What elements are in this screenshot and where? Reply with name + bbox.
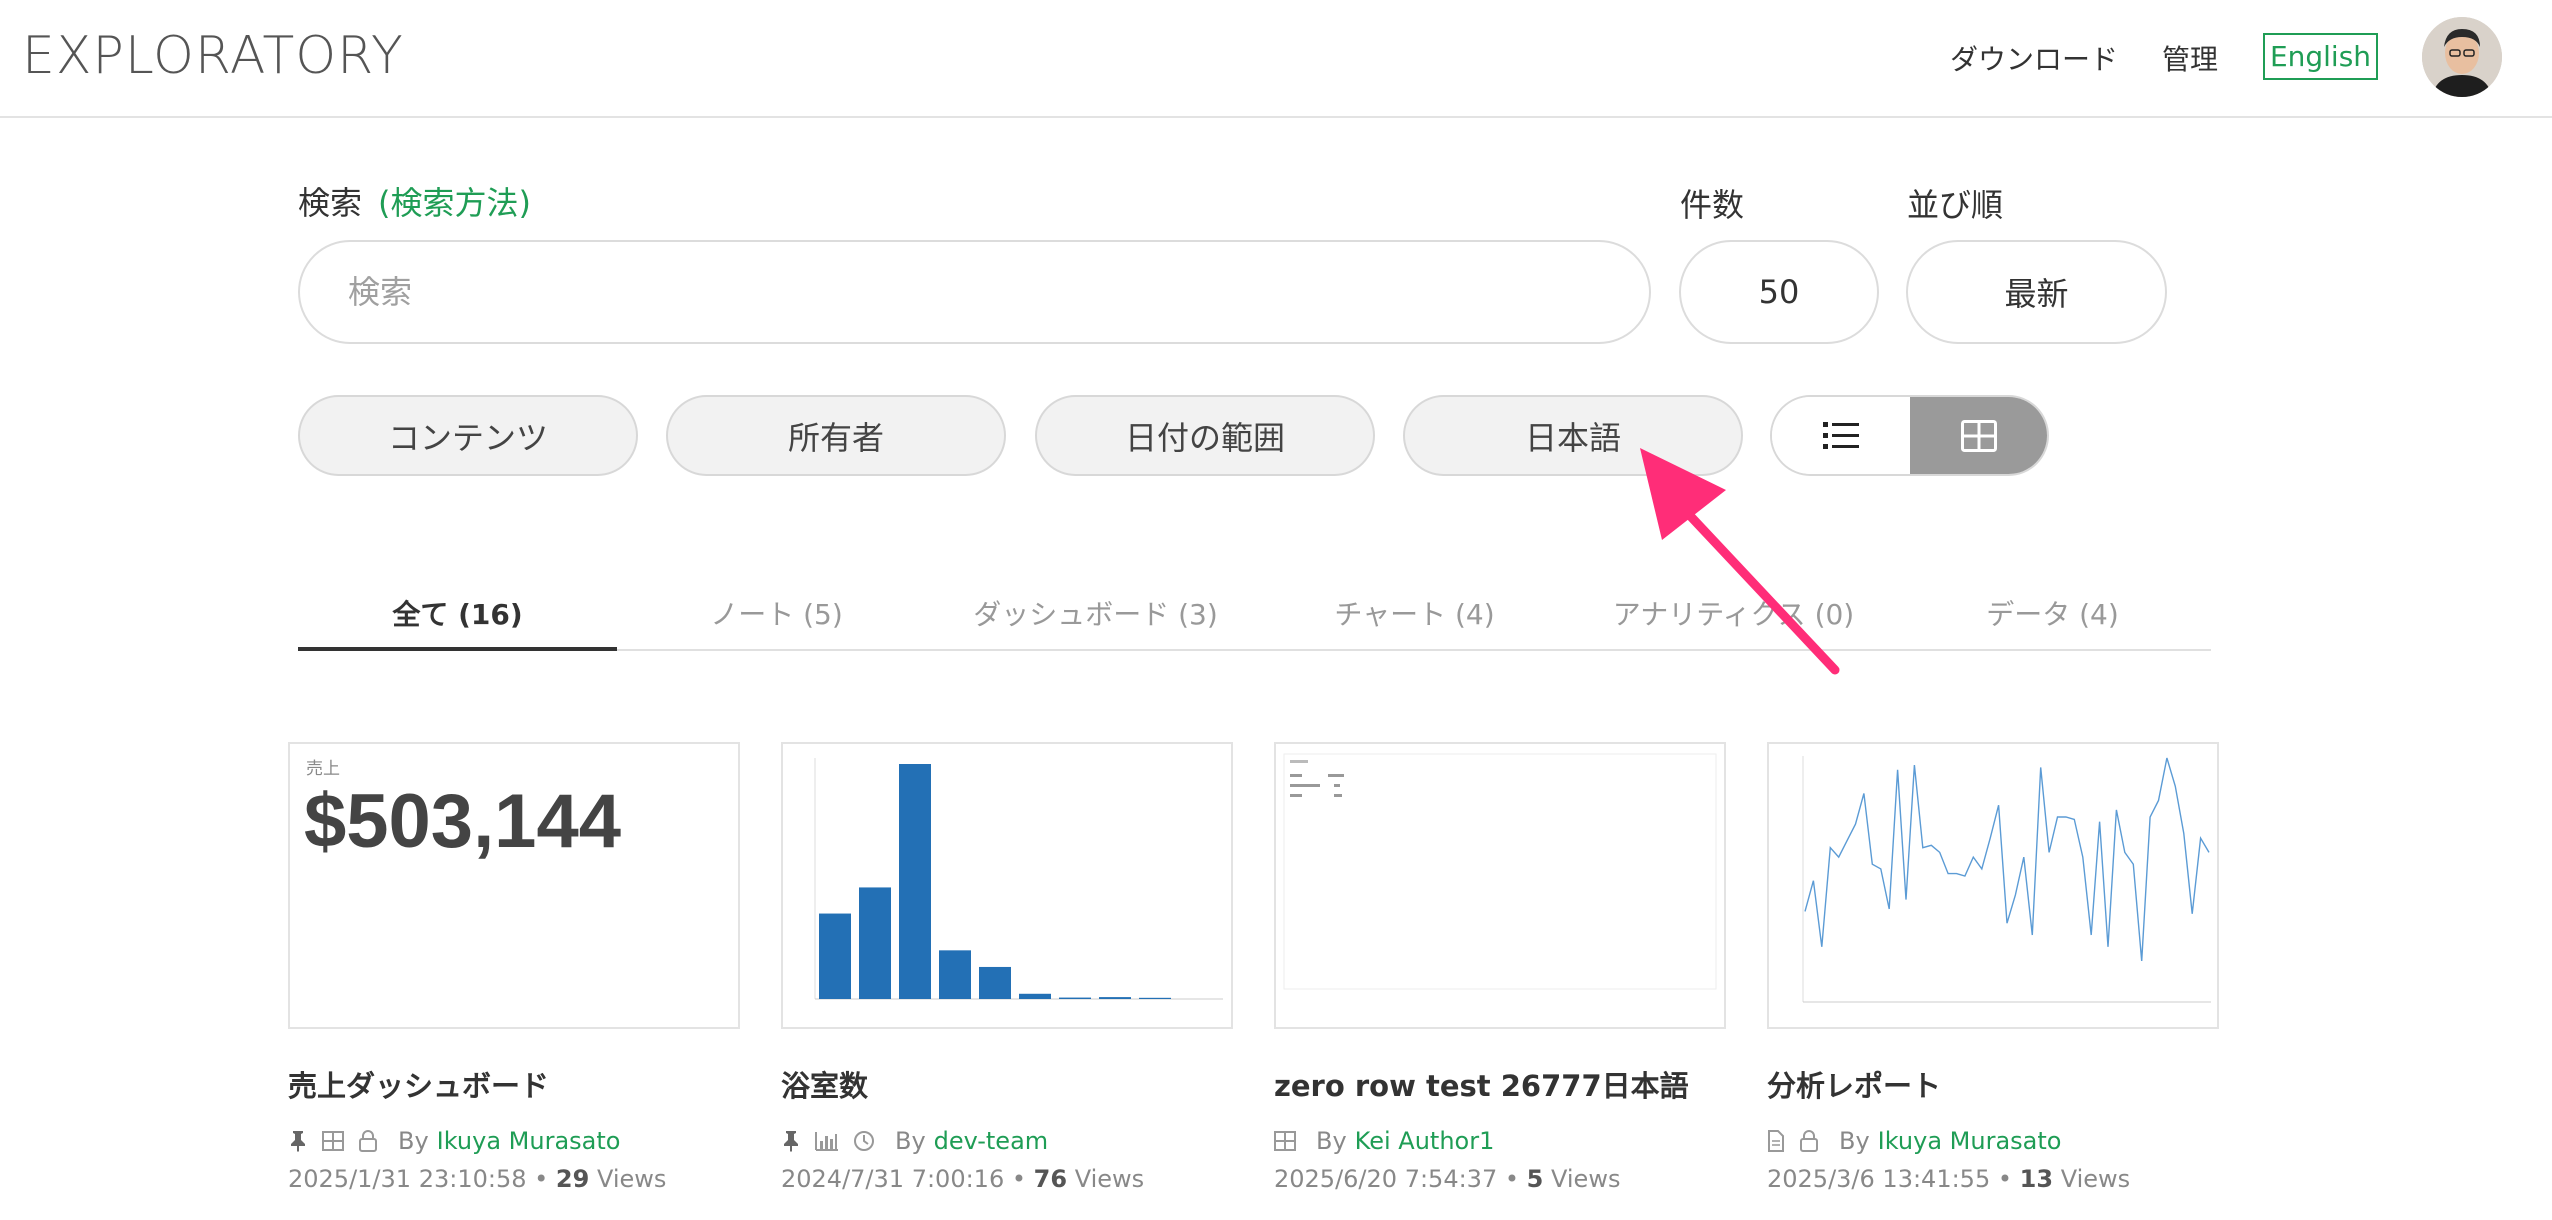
views-label: Views xyxy=(1074,1165,1145,1193)
view-count: 5 xyxy=(1526,1165,1544,1193)
card-thumbnail[interactable]: 売上 $503,144 xyxy=(288,742,740,1029)
author-link[interactable]: Ikuya Murasato xyxy=(1878,1127,2062,1155)
card-thumbnail[interactable] xyxy=(1274,742,1726,1029)
pin-icon xyxy=(781,1130,801,1152)
content-type-tabs: 全て (16) ノート (5) ダッシュボード (3) チャート (4) アナリ… xyxy=(298,585,2211,651)
search-help-link[interactable]: (検索方法) xyxy=(378,178,531,224)
card-meta: By Ikuya Murasato xyxy=(1767,1127,2219,1155)
by-label: By xyxy=(398,1127,429,1155)
tab-dashboards[interactable]: ダッシュボード (3) xyxy=(936,585,1255,651)
bar-mark xyxy=(819,913,851,999)
card-date: 2024/7/31 7:00:16 xyxy=(781,1165,1005,1193)
by-label: By xyxy=(895,1127,926,1155)
bar-chart-thumbnail xyxy=(814,758,1223,1000)
lock-icon xyxy=(358,1130,378,1152)
by-label: By xyxy=(1839,1127,1870,1155)
card-date: 2025/6/20 7:54:37 xyxy=(1274,1165,1498,1193)
nav-download-link[interactable]: ダウンロード xyxy=(1950,38,2118,78)
kpi-value: $503,144 xyxy=(304,779,621,864)
views-label: Views xyxy=(596,1165,667,1193)
card-title[interactable]: 浴室数 xyxy=(781,1063,1233,1105)
clock-icon xyxy=(853,1130,875,1152)
search-input[interactable] xyxy=(298,240,1651,344)
card-stats: 2025/6/20 7:54:37 • 5 Views xyxy=(1274,1165,1726,1193)
tab-data[interactable]: データ (4) xyxy=(1893,585,2212,651)
views-label: Views xyxy=(1551,1165,1621,1193)
tab-notes[interactable]: ノート (5) xyxy=(617,585,936,651)
search-label: 検索 xyxy=(298,184,363,222)
bar-mark xyxy=(1139,997,1171,999)
card-title[interactable]: 分析レポート xyxy=(1767,1063,2219,1105)
author-link[interactable]: dev-team xyxy=(934,1127,1048,1155)
sort-label: 並び順 xyxy=(1907,186,2004,224)
separator: • xyxy=(1011,1165,1034,1193)
card-thumbnail[interactable] xyxy=(781,742,1233,1029)
grid-icon xyxy=(1274,1131,1296,1151)
line-series-mark xyxy=(1804,757,2210,962)
card-stats: 2024/7/31 7:00:16 • 76 Views xyxy=(781,1165,1233,1193)
lock-icon xyxy=(1799,1130,1819,1152)
chart-icon xyxy=(815,1131,839,1151)
grid-icon xyxy=(322,1131,344,1151)
card-title[interactable]: zero row test 26777日本語 xyxy=(1274,1063,1726,1105)
filter-language-button[interactable]: 日本語 xyxy=(1403,395,1743,476)
line-chart-thumbnail xyxy=(1802,756,2211,1003)
tab-all[interactable]: 全て (16) xyxy=(298,585,617,651)
content-card[interactable]: zero row test 26777日本語 By Kei Author1 20… xyxy=(1274,742,1726,1193)
bar-mark xyxy=(1059,997,1091,999)
content-card[interactable]: 浴室数 By dev-team 2024/7/31 7:00:16 • 76 V… xyxy=(781,742,1233,1193)
view-count: 76 xyxy=(1033,1165,1068,1193)
grid-view-button[interactable] xyxy=(1910,397,2047,474)
nav-admin-link[interactable]: 管理 xyxy=(2162,38,2218,78)
by-label: By xyxy=(1316,1127,1347,1155)
card-thumbnail[interactable] xyxy=(1767,742,2219,1029)
content-card[interactable]: 売上 $503,144 売上ダッシュボード By Ikuya Murasato … xyxy=(288,742,740,1193)
bar-mark xyxy=(939,950,971,999)
tab-charts[interactable]: チャート (4) xyxy=(1255,585,1574,651)
count-label: 件数 xyxy=(1680,186,1745,224)
separator: • xyxy=(1997,1165,2020,1193)
views-label: Views xyxy=(2060,1165,2131,1193)
bar-mark xyxy=(1099,997,1131,999)
view-toggle xyxy=(1770,395,2049,476)
separator: • xyxy=(1504,1165,1527,1193)
author-link[interactable]: Kei Author1 xyxy=(1355,1127,1495,1155)
filter-owner-button[interactable]: 所有者 xyxy=(666,395,1006,476)
language-switch-button[interactable]: English xyxy=(2263,33,2378,80)
sort-select[interactable]: 最新 xyxy=(1906,240,2167,344)
content-card[interactable]: 分析レポート By Ikuya Murasato 2025/3/6 13:41:… xyxy=(1767,742,2219,1193)
card-date: 2025/1/31 23:10:58 xyxy=(288,1165,527,1193)
grid-icon xyxy=(1960,419,1997,452)
card-meta: By Kei Author1 xyxy=(1274,1127,1726,1155)
bar-mark xyxy=(1019,993,1051,999)
card-title[interactable]: 売上ダッシュボード xyxy=(288,1063,740,1105)
kpi-label: 売上 xyxy=(306,759,340,779)
avatar-image xyxy=(2422,17,2502,97)
filter-date-range-button[interactable]: 日付の範囲 xyxy=(1035,395,1375,476)
view-count: 13 xyxy=(2019,1165,2054,1193)
card-stats: 2025/1/31 23:10:58 • 29 Views xyxy=(288,1165,740,1193)
list-view-button[interactable] xyxy=(1772,397,1910,474)
card-meta: By Ikuya Murasato xyxy=(288,1127,740,1155)
bar-mark xyxy=(899,764,931,999)
app-logo[interactable]: EXPLORATORY xyxy=(22,26,404,86)
top-header: EXPLORATORY ダウンロード 管理 English xyxy=(0,0,2552,118)
card-date: 2025/3/6 13:41:55 xyxy=(1767,1165,1991,1193)
card-stats: 2025/3/6 13:41:55 • 13 Views xyxy=(1767,1165,2219,1193)
table-thumbnail xyxy=(1283,753,1717,990)
user-avatar[interactable] xyxy=(2422,17,2502,97)
card-meta: By dev-team xyxy=(781,1127,1233,1155)
list-icon xyxy=(1823,421,1859,449)
bar-mark xyxy=(859,887,891,999)
filter-content-button[interactable]: コンテンツ xyxy=(298,395,638,476)
view-count: 29 xyxy=(555,1165,590,1193)
tab-analytics[interactable]: アナリティクス (0) xyxy=(1574,585,1893,651)
document-icon xyxy=(1767,1130,1785,1152)
pin-icon xyxy=(288,1130,308,1152)
bar-mark xyxy=(979,966,1011,999)
count-select[interactable]: 50 xyxy=(1679,240,1879,344)
separator: • xyxy=(534,1165,556,1193)
author-link[interactable]: Ikuya Murasato xyxy=(437,1127,621,1155)
